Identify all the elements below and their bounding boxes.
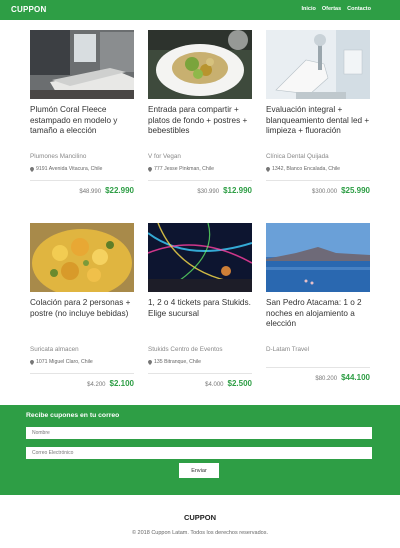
deal-card[interactable]: Entrada para compartir + platos de fondo… bbox=[148, 30, 252, 195]
deal-merchant: Plumones Mancilino bbox=[30, 153, 87, 160]
deal-address: 135 Bitranque, Chile bbox=[154, 359, 202, 365]
deal-merchant: Clínica Dental Quijada bbox=[266, 153, 329, 160]
old-price: $300.000 bbox=[312, 189, 338, 195]
top-navbar: CUPPON Inicio Ofertas Contacto bbox=[0, 0, 400, 20]
deal-merchant: Suricata almacen bbox=[30, 346, 79, 353]
deal-title[interactable]: San Pedro Atacama: 1 o 2 noches en aloja… bbox=[266, 298, 370, 342]
deal-address: 1071 Miguel Claro, Chile bbox=[36, 359, 93, 365]
deal-prices: $80.200 $44.100 bbox=[266, 373, 370, 382]
new-price: $2.500 bbox=[227, 379, 252, 388]
newsletter-section: Recibe cupones en tu correo Enviar bbox=[0, 405, 400, 495]
deal-card[interactable]: 1, 2 o 4 tickets para Stukids. Elige suc… bbox=[148, 223, 252, 388]
old-price: $48.990 bbox=[79, 189, 102, 195]
new-price: $25.990 bbox=[341, 186, 370, 195]
deal-prices: $30.990 $12.990 bbox=[148, 186, 252, 195]
deal-location: 777 Jesse Pinkman, Chile bbox=[148, 166, 252, 172]
deal-card[interactable]: Evaluación integral + blanqueamiento den… bbox=[266, 30, 370, 195]
nav-inicio[interactable]: Inicio bbox=[302, 6, 316, 12]
name-input[interactable] bbox=[26, 427, 372, 439]
deal-title[interactable]: Colación para 2 personas + postre (no in… bbox=[30, 298, 134, 342]
deal-title[interactable]: 1, 2 o 4 tickets para Stukids. Elige suc… bbox=[148, 298, 252, 342]
divider bbox=[30, 180, 134, 181]
nav-ofertas[interactable]: Ofertas bbox=[322, 6, 341, 12]
new-price: $2.100 bbox=[109, 379, 134, 388]
location-pin-icon bbox=[266, 166, 270, 172]
deal-merchant: Stukids Centro de Eventos bbox=[148, 346, 223, 353]
deal-location: 9191 Avenida Vitacura, Chile bbox=[30, 166, 134, 172]
deal-prices: $48.990 $22.990 bbox=[30, 186, 134, 195]
deal-card[interactable]: Plumón Coral Fleece estampado en modelo … bbox=[30, 30, 134, 195]
email-input[interactable] bbox=[26, 447, 372, 459]
nav-contacto[interactable]: Contacto bbox=[347, 6, 371, 12]
deal-prices: $4.200 $2.100 bbox=[30, 379, 134, 388]
divider bbox=[266, 180, 370, 181]
old-price: $4.200 bbox=[87, 382, 106, 388]
deal-merchant: V for Vegan bbox=[148, 153, 181, 160]
deal-image[interactable] bbox=[30, 223, 134, 292]
location-pin-icon bbox=[30, 166, 34, 172]
new-price: $12.990 bbox=[223, 186, 252, 195]
deal-image[interactable] bbox=[148, 223, 252, 292]
deal-card[interactable]: San Pedro Atacama: 1 o 2 noches en aloja… bbox=[266, 223, 370, 382]
deal-image[interactable] bbox=[148, 30, 252, 99]
location-pin-icon bbox=[30, 359, 34, 365]
deal-location: 1342, Blanco Encalada, Chile bbox=[266, 166, 370, 172]
old-price: $4.000 bbox=[205, 382, 224, 388]
divider bbox=[266, 367, 370, 368]
deal-image[interactable] bbox=[30, 30, 134, 99]
deal-title[interactable]: Entrada para compartir + platos de fondo… bbox=[148, 105, 252, 149]
deal-location: 135 Bitranque, Chile bbox=[148, 359, 252, 365]
deal-address: 9191 Avenida Vitacura, Chile bbox=[36, 166, 103, 172]
deal-location: 1071 Miguel Claro, Chile bbox=[30, 359, 134, 365]
deal-prices: $4.000 $2.500 bbox=[148, 379, 252, 388]
deal-image[interactable] bbox=[266, 223, 370, 292]
deal-address: 777 Jesse Pinkman, Chile bbox=[154, 166, 214, 172]
location-pin-icon bbox=[148, 166, 152, 172]
divider bbox=[148, 373, 252, 374]
divider bbox=[30, 373, 134, 374]
deal-address: 1342, Blanco Encalada, Chile bbox=[272, 166, 341, 172]
main-nav: Inicio Ofertas Contacto bbox=[302, 6, 371, 12]
deal-image[interactable] bbox=[266, 30, 370, 99]
site-logo[interactable]: CUPPON bbox=[11, 5, 46, 14]
newsletter-title: Recibe cupones en tu correo bbox=[26, 412, 120, 419]
deal-title[interactable]: Evaluación integral + blanqueamiento den… bbox=[266, 105, 370, 149]
old-price: $30.990 bbox=[197, 189, 220, 195]
deal-card[interactable]: Colación para 2 personas + postre (no in… bbox=[30, 223, 134, 388]
deal-prices: $300.000 $25.990 bbox=[266, 186, 370, 195]
new-price: $44.100 bbox=[341, 373, 370, 382]
divider bbox=[148, 180, 252, 181]
deal-merchant: D-Latam Travel bbox=[266, 346, 310, 353]
deal-title[interactable]: Plumón Coral Fleece estampado en modelo … bbox=[30, 105, 134, 149]
footer-logo[interactable]: CUPPON bbox=[0, 513, 400, 522]
new-price: $22.990 bbox=[105, 186, 134, 195]
old-price: $80.200 bbox=[315, 376, 338, 382]
location-pin-icon bbox=[148, 359, 152, 365]
submit-button[interactable]: Enviar bbox=[179, 463, 219, 478]
copyright-text: © 2018 Cuppon Latam. Todos los derechos … bbox=[131, 530, 269, 536]
